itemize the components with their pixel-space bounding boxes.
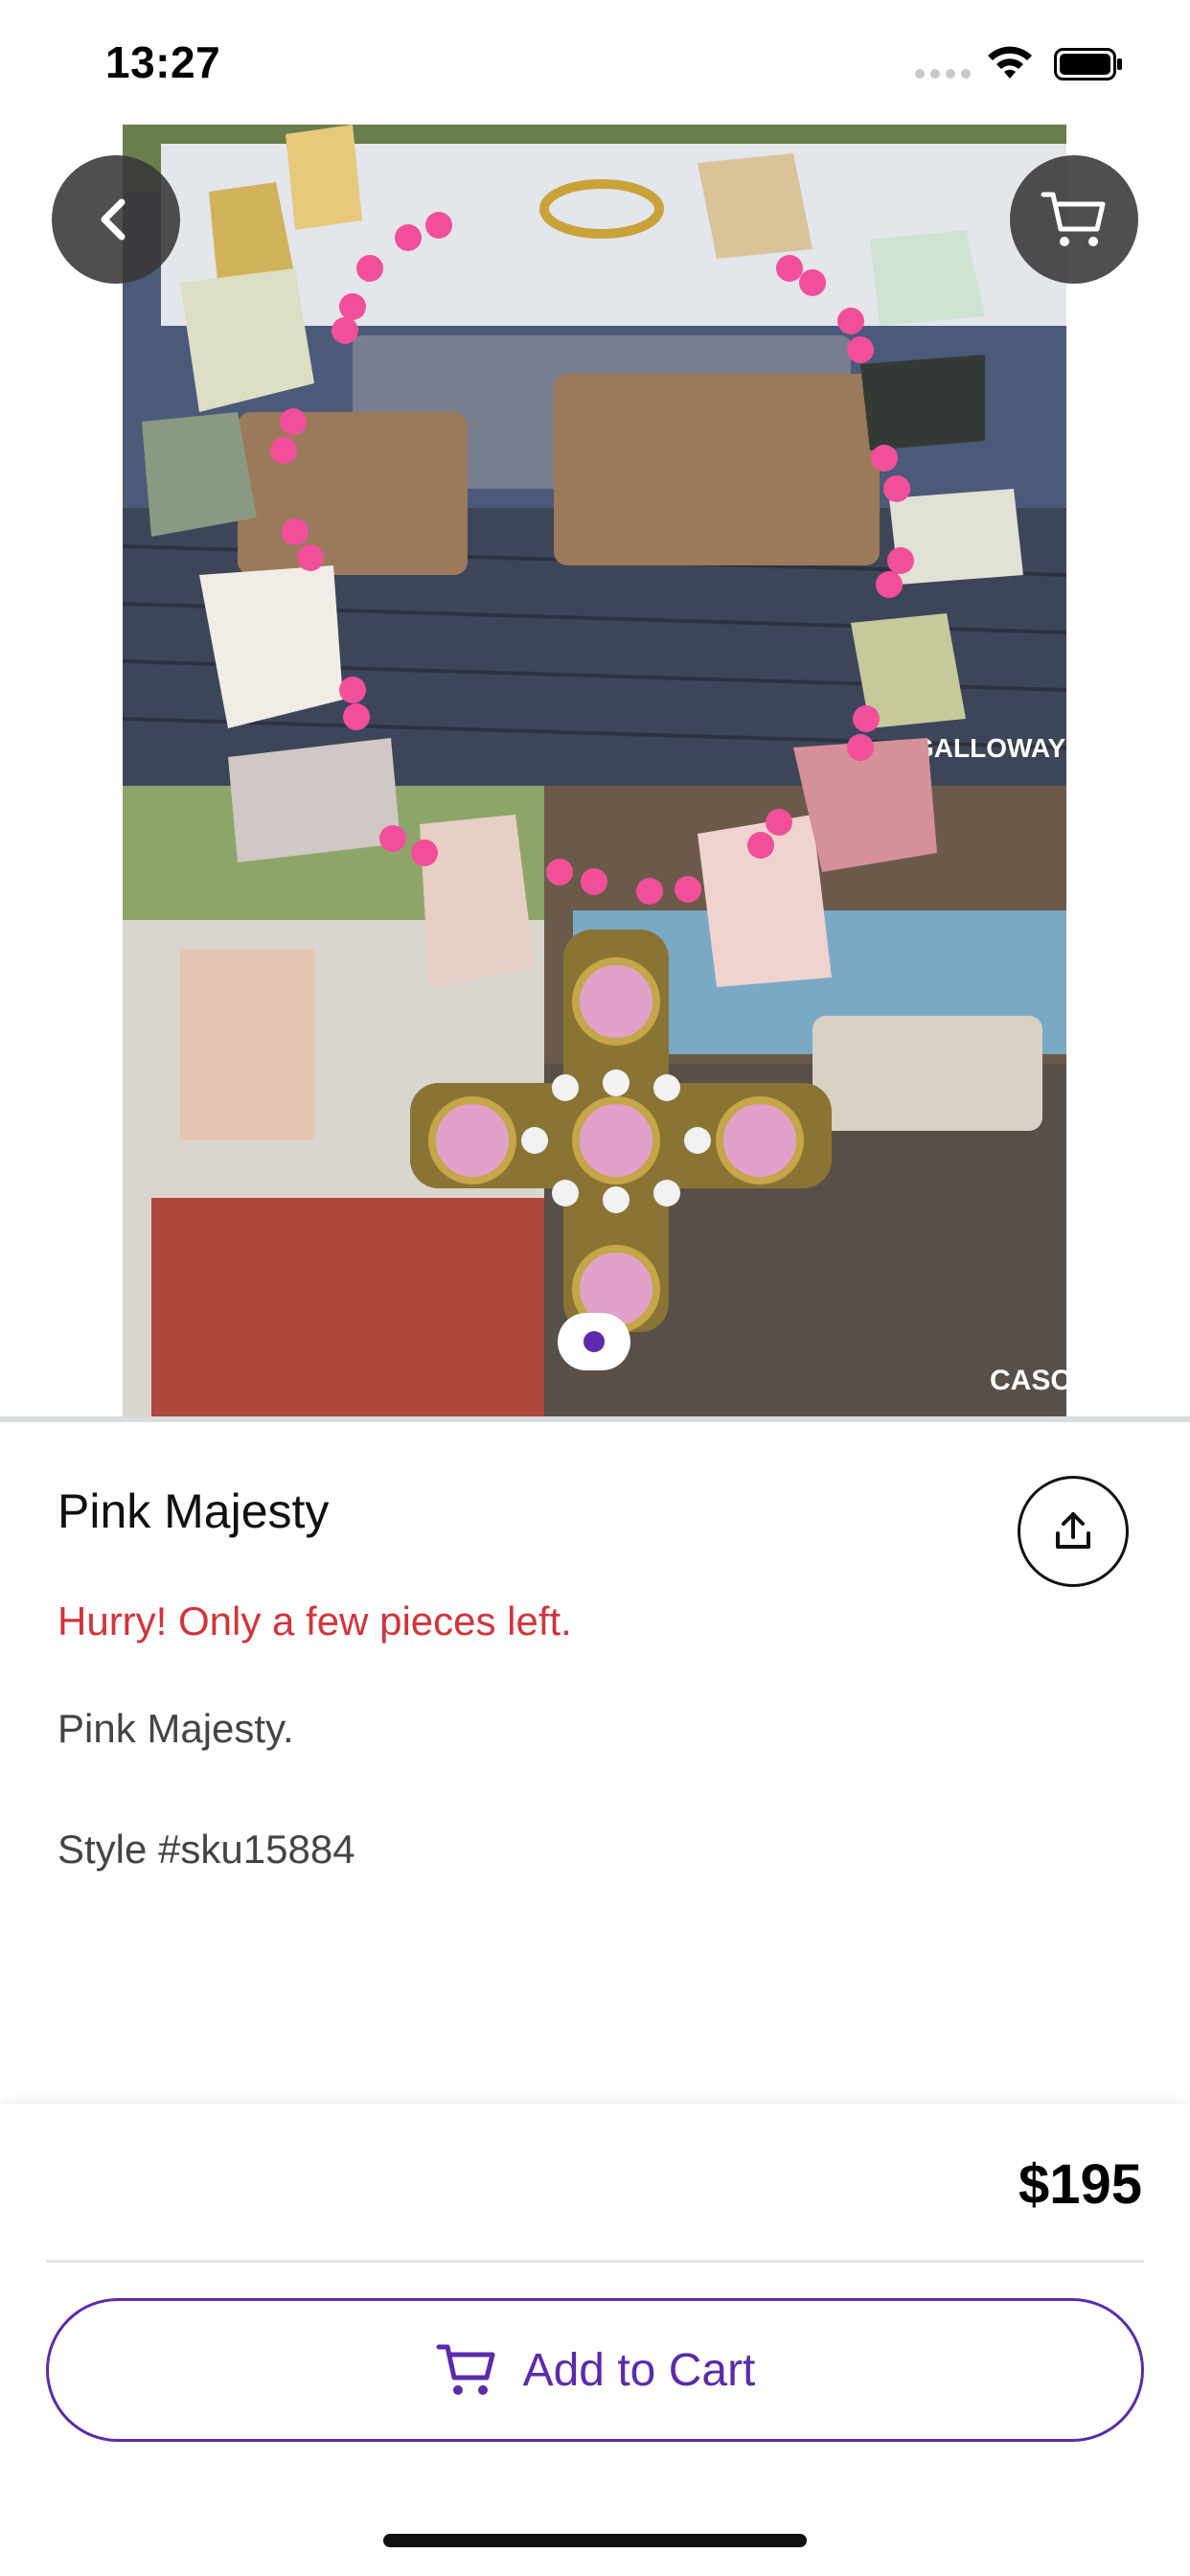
header-cart-button[interactable] bbox=[1010, 155, 1138, 284]
cart-icon bbox=[1041, 192, 1106, 246]
wifi-icon bbox=[988, 46, 1032, 79]
share-icon bbox=[1056, 1512, 1090, 1549]
product-style-number: Style #sku15884 bbox=[57, 1827, 355, 1872]
cart-icon bbox=[436, 2344, 495, 2395]
signal-dots-icon bbox=[915, 69, 971, 79]
product-description: Pink Majesty. bbox=[57, 1706, 294, 1751]
overlay-text-casc: CASC bbox=[990, 1365, 1066, 1396]
status-bar: 13:27 bbox=[0, 0, 1190, 125]
chevron-left-icon bbox=[101, 198, 126, 241]
status-time: 13:27 bbox=[105, 37, 221, 87]
back-button[interactable] bbox=[52, 155, 180, 284]
product-price: $195 bbox=[1018, 2153, 1142, 2216]
add-to-cart-button[interactable]: Add to Cart bbox=[46, 2298, 1144, 2442]
product-title: Pink Majesty bbox=[57, 1484, 330, 1538]
add-to-cart-label: Add to Cart bbox=[522, 2344, 756, 2396]
stock-warning: Hurry! Only a few pieces left. bbox=[57, 1598, 572, 1644]
price-divider bbox=[46, 2260, 1144, 2263]
hero-divider bbox=[0, 1416, 1190, 1422]
overlay-text-galloway: GALLOWAY bbox=[913, 733, 1066, 763]
share-button[interactable] bbox=[1018, 1476, 1129, 1587]
home-indicator[interactable] bbox=[383, 2534, 807, 2547]
image-page-indicator[interactable] bbox=[558, 1313, 630, 1370]
battery-icon bbox=[1054, 48, 1122, 80]
product-image[interactable]: GALLOWAY CASC bbox=[123, 125, 1066, 1416]
page-dot-active bbox=[584, 1331, 605, 1352]
